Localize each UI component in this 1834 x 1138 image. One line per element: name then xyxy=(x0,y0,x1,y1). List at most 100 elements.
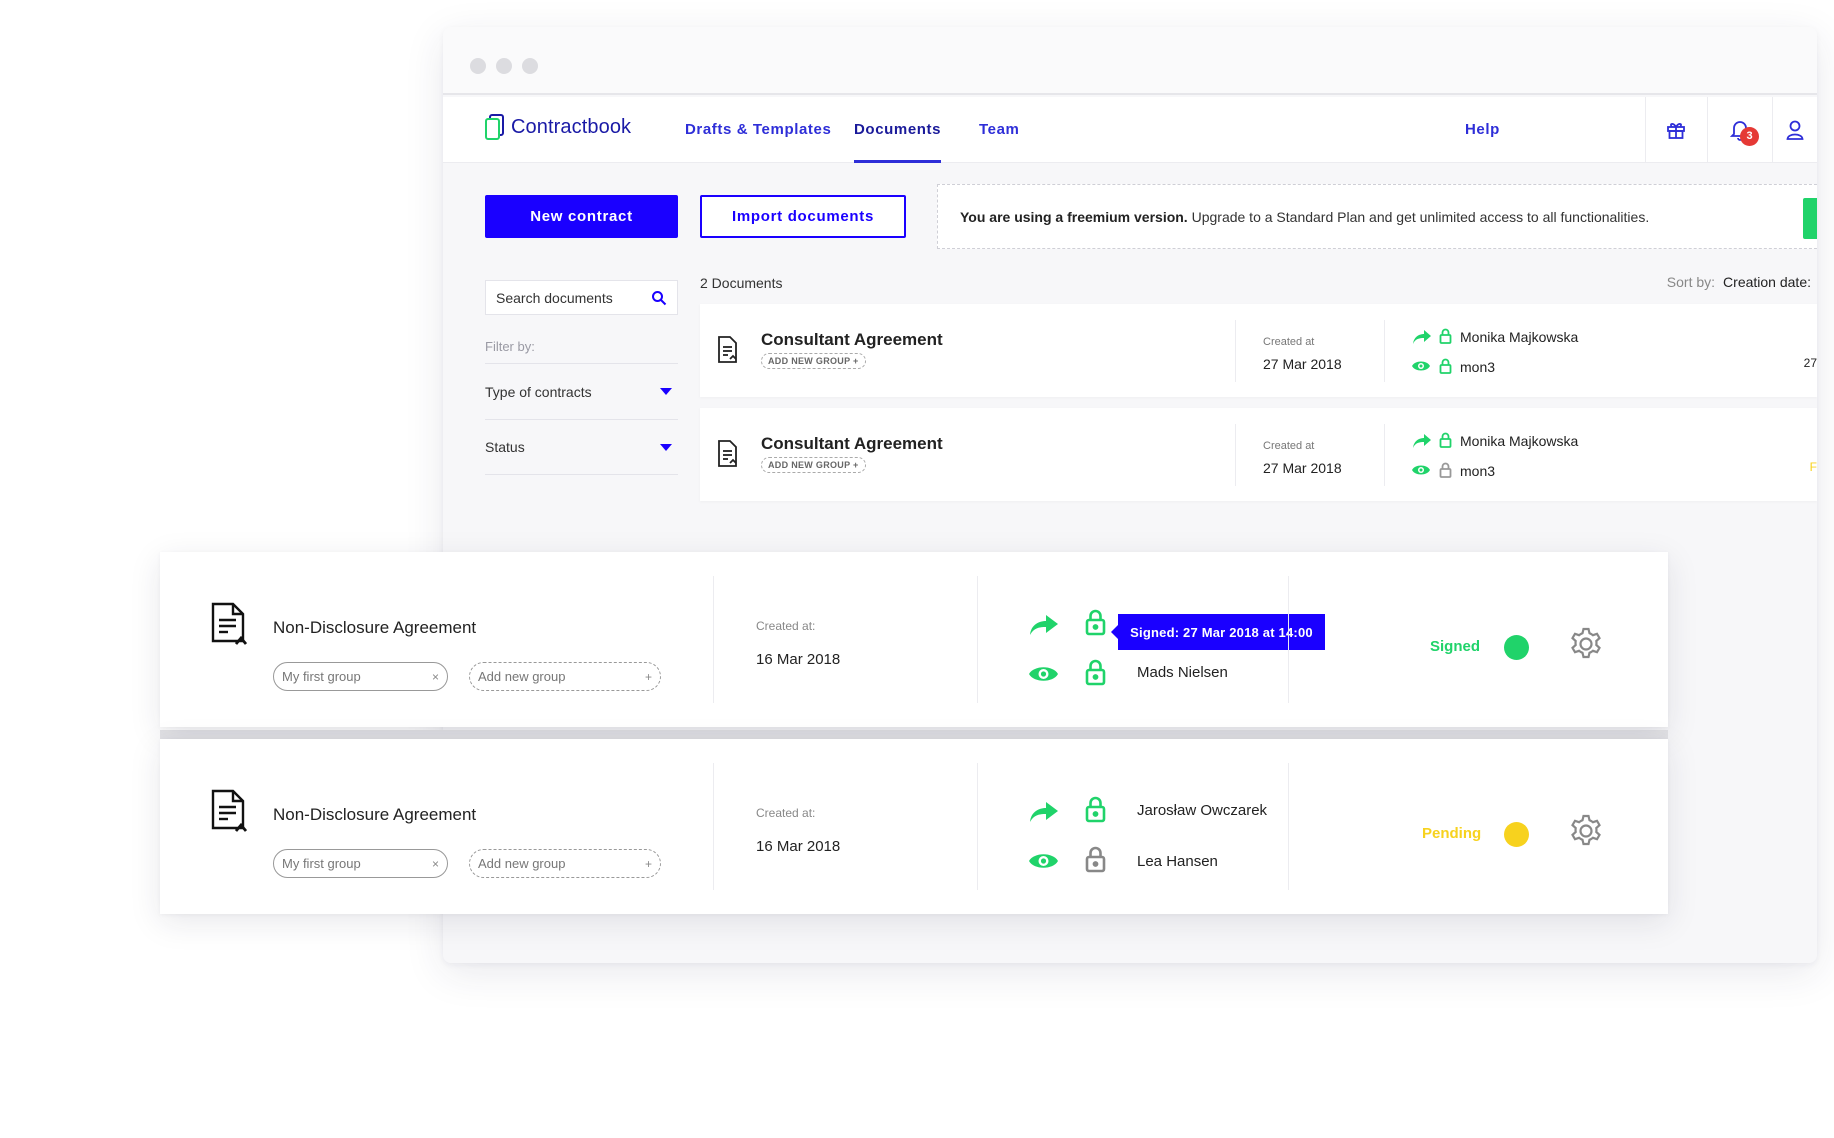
remove-group-icon[interactable]: × xyxy=(432,857,439,871)
chevron-down-icon xyxy=(660,388,672,395)
document-count: 2 Documents xyxy=(700,275,783,291)
gear-icon[interactable] xyxy=(1568,813,1604,849)
share-arrow-icon xyxy=(1030,615,1058,635)
status-label: Signed xyxy=(1430,638,1481,655)
created-date: 16 Mar 2018 xyxy=(756,838,841,855)
profile-button[interactable] xyxy=(1772,97,1817,163)
filter-status-label: Status xyxy=(485,439,525,455)
filter-label: Filter by: xyxy=(485,339,535,354)
sender-name: Monika Majkowska xyxy=(1460,329,1579,345)
import-documents-button[interactable]: Import documents xyxy=(700,195,906,238)
eye-icon xyxy=(1029,667,1058,681)
lock-icon xyxy=(1085,609,1106,636)
new-contract-button[interactable]: New contract xyxy=(485,195,678,238)
window-maximize-dot[interactable] xyxy=(522,58,538,74)
eye-icon xyxy=(1029,854,1058,868)
divider xyxy=(977,576,978,703)
freemium-banner-bold: You are using a freemium version. xyxy=(960,208,1188,225)
divider xyxy=(1235,424,1236,486)
document-card[interactable]: Consultant Agreement ADD NEW GROUP + Cre… xyxy=(700,304,1817,397)
lock-open-icon xyxy=(1439,462,1452,478)
search-input[interactable] xyxy=(496,289,646,306)
nav-drafts-templates[interactable]: Drafts & Templates xyxy=(685,97,831,163)
group-tag[interactable]: My first group × xyxy=(273,662,448,691)
nav-help[interactable]: Help xyxy=(1465,97,1500,163)
lock-icon xyxy=(1439,432,1452,448)
filter-type-of-contracts[interactable]: Type of contracts xyxy=(485,363,678,419)
user-icon xyxy=(1786,120,1804,140)
document-icon xyxy=(718,336,737,363)
add-group-field[interactable]: Add new group + xyxy=(469,849,661,878)
gift-icon xyxy=(1667,123,1685,139)
share-arrow-icon xyxy=(1030,802,1058,822)
document-row-pending[interactable]: Non-Disclosure Agreement My first group … xyxy=(160,739,1668,914)
lock-icon xyxy=(1085,796,1106,823)
signed-tooltip: Signed: 27 Mar 2018 at 14:00 xyxy=(1111,614,1325,650)
notifications-button[interactable]: 3 xyxy=(1707,97,1772,163)
document-logo-icon xyxy=(485,114,504,140)
document-icon xyxy=(718,440,737,467)
group-tag-label: My first group xyxy=(282,856,361,871)
remove-group-icon[interactable]: × xyxy=(432,670,439,684)
divider xyxy=(1288,576,1289,703)
row-edge-text: 27 xyxy=(1803,356,1817,370)
notification-badge: 3 xyxy=(1740,127,1759,146)
top-navbar: Contractbook Drafts & Templates Document… xyxy=(443,97,1817,163)
share-arrow-icon xyxy=(1413,434,1431,448)
row-divider-band xyxy=(160,730,1668,739)
created-date: 27 Mar 2018 xyxy=(1263,356,1342,372)
signer-name: Jarosław Owczarek xyxy=(1137,802,1268,819)
chevron-down-icon xyxy=(660,443,672,451)
document-card[interactable]: Consultant Agreement ADD NEW GROUP + Cre… xyxy=(700,408,1817,501)
add-group-chip[interactable]: ADD NEW GROUP + xyxy=(761,457,866,473)
lock-open-icon xyxy=(1085,846,1106,873)
add-group-chip[interactable]: ADD NEW GROUP + xyxy=(761,353,866,369)
divider xyxy=(1288,763,1289,890)
document-title[interactable]: Consultant Agreement xyxy=(761,434,943,454)
status-dot xyxy=(1504,635,1529,660)
add-group-field[interactable]: Add new group + xyxy=(469,662,661,691)
created-label: Created at: xyxy=(756,619,816,633)
nav-team[interactable]: Team xyxy=(979,97,1019,163)
lock-icon xyxy=(1439,328,1452,344)
eye-icon xyxy=(1412,361,1430,371)
group-tag[interactable]: My first group × xyxy=(273,849,448,878)
add-group-placeholder: Add new group xyxy=(478,669,566,684)
document-title[interactable]: Non-Disclosure Agreement xyxy=(273,618,476,638)
add-group-placeholder: Add new group xyxy=(478,856,566,871)
sort-label: Sort by: xyxy=(1666,274,1716,290)
search-box xyxy=(485,280,678,315)
nav-documents[interactable]: Documents xyxy=(854,97,942,163)
lock-icon xyxy=(1085,659,1106,686)
eye-icon xyxy=(1412,465,1430,475)
window-close-dot[interactable] xyxy=(470,58,486,74)
status-label: Pending xyxy=(1422,825,1482,842)
created-date: 27 Mar 2018 xyxy=(1263,460,1342,476)
document-row-signed[interactable]: Non-Disclosure Agreement My first group … xyxy=(160,552,1668,727)
divider xyxy=(1384,424,1385,486)
filter-type-label: Type of contracts xyxy=(485,383,592,400)
divider xyxy=(977,763,978,890)
divider xyxy=(1235,320,1236,382)
document-icon xyxy=(211,602,248,645)
filter-status[interactable]: Status xyxy=(485,419,678,475)
brand-logo[interactable]: Contractbook xyxy=(485,114,631,140)
signer-name: Mads Nielsen xyxy=(1137,664,1228,681)
created-label: Created at xyxy=(1263,336,1315,348)
document-title[interactable]: Non-Disclosure Agreement xyxy=(273,805,476,825)
created-date: 16 Mar 2018 xyxy=(756,651,841,668)
created-label: Created at: xyxy=(756,806,816,820)
window-minimize-dot[interactable] xyxy=(496,58,512,74)
gift-button[interactable] xyxy=(1645,97,1706,163)
viewer-name: mon3 xyxy=(1460,463,1496,479)
row-edge-text: F xyxy=(1809,460,1817,474)
sort-value: Creation date: xyxy=(1723,274,1811,290)
sort-control[interactable]: Sort by: Creation date: xyxy=(1667,274,1811,290)
search-icon[interactable] xyxy=(651,290,667,306)
gear-icon[interactable] xyxy=(1568,626,1604,662)
divider xyxy=(1384,320,1385,382)
plus-icon: + xyxy=(644,856,652,871)
upgrade-button[interactable] xyxy=(1803,198,1817,239)
sender-name: Monika Majkowska xyxy=(1460,433,1579,449)
document-title[interactable]: Consultant Agreement xyxy=(761,330,943,350)
